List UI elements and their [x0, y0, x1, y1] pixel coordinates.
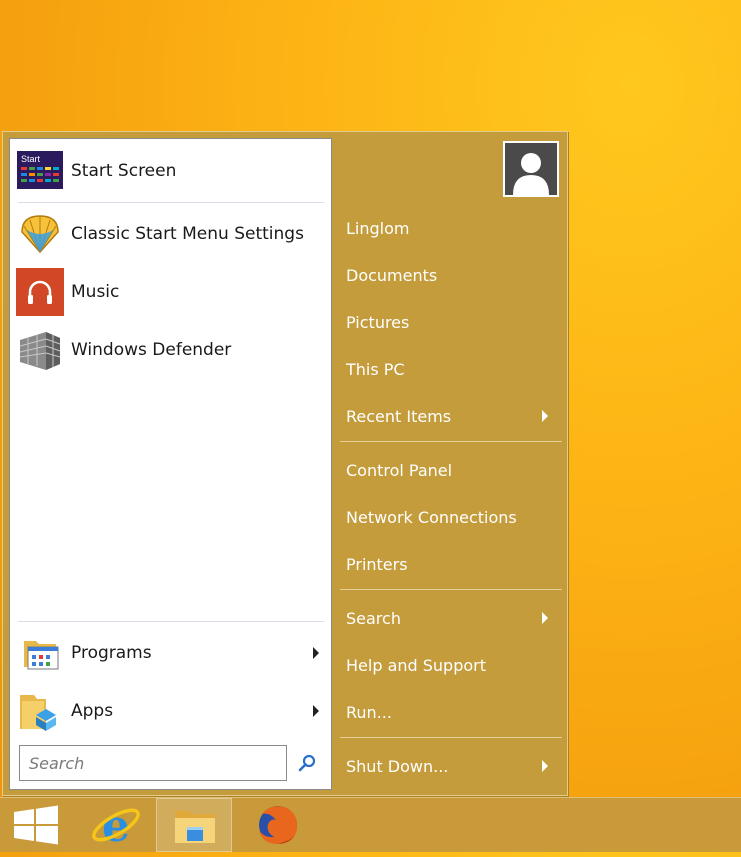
separator [340, 589, 562, 590]
search-icon[interactable] [295, 751, 319, 775]
svg-text:e: e [102, 801, 130, 852]
windows-defender-item[interactable]: Windows Defender [16, 326, 325, 374]
music-label: Music [71, 282, 120, 302]
file-explorer-icon [175, 811, 215, 843]
start-screen-label: Start Screen [71, 161, 177, 181]
shell-icon [16, 210, 64, 258]
menu-item-this-pc[interactable]: This PC [346, 349, 561, 389]
windows-logo-icon [14, 805, 58, 845]
apps-label: Apps [71, 701, 114, 721]
menu-item-control-panel[interactable]: Control Panel [346, 450, 561, 490]
chevron-right-icon [313, 705, 319, 717]
start-screen-icon: Start [16, 147, 64, 195]
menu-item-documents[interactable]: Documents [346, 255, 561, 295]
chevron-right-icon [542, 612, 548, 624]
taskbar: e [0, 797, 741, 852]
menu-item-recent-items[interactable]: Recent Items [346, 396, 561, 436]
menu-item-user[interactable]: Linglom [346, 208, 561, 248]
classic-start-menu-settings-label: Classic Start Menu Settings [71, 224, 304, 244]
separator [18, 621, 324, 622]
menu-item-shut-down[interactable]: Shut Down... [346, 746, 561, 786]
apps-item[interactable]: Apps [16, 687, 325, 735]
left-panel: Start Start Screen Classic Start Menu Se… [9, 138, 332, 790]
start-screen-item[interactable]: Start Start Screen [16, 147, 325, 195]
menu-item-pictures[interactable]: Pictures [346, 302, 561, 342]
classic-start-menu-settings-item[interactable]: Classic Start Menu Settings [16, 210, 325, 258]
menu-item-search[interactable]: Search [346, 598, 561, 638]
start-menu: Start Start Screen Classic Start Menu Se… [2, 131, 568, 796]
taskbar-file-explorer[interactable] [156, 798, 232, 852]
taskbar-firefox[interactable] [240, 798, 316, 852]
music-item[interactable]: Music [16, 268, 325, 316]
chevron-right-icon [542, 760, 548, 772]
menu-item-help-and-support[interactable]: Help and Support [346, 645, 561, 685]
separator [18, 202, 324, 203]
windows-defender-label: Windows Defender [71, 340, 232, 360]
chevron-right-icon [313, 647, 319, 659]
chevron-right-icon [542, 410, 548, 422]
separator [340, 737, 562, 738]
search-input[interactable] [19, 745, 287, 781]
programs-item[interactable]: Programs [16, 629, 325, 677]
internet-explorer-icon: e [92, 801, 140, 852]
programs-folder-icon [16, 629, 64, 677]
programs-label: Programs [71, 643, 152, 663]
firefox-icon [259, 806, 298, 844]
start-button[interactable] [0, 798, 76, 852]
user-avatar[interactable] [503, 141, 559, 197]
headphones-icon [16, 268, 64, 316]
taskbar-internet-explorer[interactable]: e [78, 798, 154, 852]
menu-item-network-connections[interactable]: Network Connections [346, 497, 561, 537]
menu-item-printers[interactable]: Printers [346, 544, 561, 584]
svg-text:Start: Start [21, 154, 41, 164]
brick-wall-icon [16, 326, 64, 374]
apps-folder-icon [16, 687, 64, 735]
separator [340, 441, 562, 442]
menu-item-run[interactable]: Run... [346, 692, 561, 732]
